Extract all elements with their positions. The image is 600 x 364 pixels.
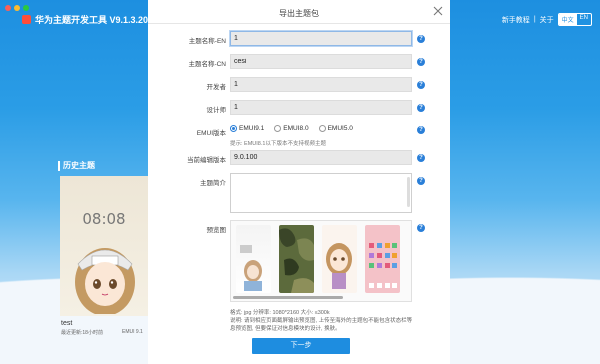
- preview-thumb-3[interactable]: [322, 225, 357, 293]
- emui-help-icon[interactable]: ?: [417, 126, 425, 134]
- format-info: 格式: jpg 分辨率: 1080*2160 大小: ≤300k 说明: 请到相…: [230, 309, 412, 333]
- nav-divider: |: [533, 16, 536, 23]
- emui-radio-group: EMUI9.1 EMUI8.0 EMUI5.0: [230, 125, 353, 132]
- emui-80-radio[interactable]: EMUI8.0: [274, 125, 309, 132]
- emui-50-label: EMUI5.0: [327, 125, 353, 132]
- close-icon[interactable]: [432, 5, 444, 17]
- app-title-text: 华为主题开发工具 V9.1.3.208: [35, 15, 154, 25]
- preview-thumb-1[interactable]: [236, 225, 271, 293]
- current-version-input[interactable]: [230, 150, 412, 165]
- current-version-label: 当前编辑版本: [187, 157, 226, 164]
- developer-help-icon[interactable]: ?: [417, 81, 425, 89]
- radio-selected-icon: [230, 125, 237, 132]
- tutorial-link[interactable]: 新手教程: [502, 15, 530, 25]
- lang-zh-option[interactable]: 中文: [558, 14, 577, 25]
- about-link[interactable]: 关于: [540, 15, 554, 25]
- camouflage-thumb-icon: [279, 228, 314, 293]
- name-cn-label: 主题名称-CN: [188, 61, 226, 68]
- history-theme-name: test: [61, 320, 73, 327]
- emui-91-label: EMUI9.1: [239, 125, 265, 132]
- preview-scrollbar[interactable]: [233, 296, 343, 299]
- name-cn-input[interactable]: [230, 54, 412, 69]
- intro-help-icon[interactable]: ?: [417, 177, 425, 185]
- preview-thumb-4[interactable]: [365, 225, 400, 293]
- emui-label: EMUI版本: [196, 130, 226, 137]
- designer-help-icon[interactable]: ?: [417, 104, 425, 112]
- card-clock: 08:08: [82, 210, 126, 228]
- developer-label: 开发者: [206, 84, 227, 91]
- lockscreen-thumb-icon: [240, 245, 262, 291]
- format-note-line: 说明: 请到相应页面截屏输出预览图, 上传至海外的主题包不能包含状态栏等: [230, 318, 413, 324]
- name-en-input[interactable]: [230, 31, 412, 46]
- app-title: 华为主题开发工具 V9.1.3.208: [22, 13, 153, 26]
- window-controls: [5, 5, 29, 11]
- designer-input[interactable]: [230, 100, 412, 115]
- homescreen-thumb-icon: [369, 243, 397, 288]
- history-theme-updated: 最近更新:18小时前: [61, 330, 103, 336]
- radio-unselected-icon: [274, 125, 282, 132]
- emui-80-label: EMUI8.0: [283, 125, 309, 132]
- minimize-window-icon[interactable]: [14, 5, 20, 11]
- developer-input[interactable]: [230, 77, 412, 92]
- current-version-help-icon[interactable]: ?: [417, 154, 425, 162]
- format-line: 格式: jpg 分辨率: 1080*2160 大小: ≤300k: [230, 310, 330, 316]
- dialog-header: 导出主题包: [148, 0, 450, 24]
- preview-help-icon[interactable]: ?: [417, 224, 425, 232]
- history-title-text: 历史主题: [63, 161, 95, 170]
- language-switch: 中文 EN: [557, 13, 592, 26]
- top-nav: 新手教程 | 关于 中文 EN: [502, 13, 592, 26]
- maximize-window-icon[interactable]: [23, 5, 29, 11]
- name-en-help-icon[interactable]: ?: [417, 35, 425, 43]
- next-step-button[interactable]: 下一步: [252, 338, 350, 354]
- intro-scrollbar[interactable]: [407, 177, 410, 207]
- format-note-line: 息预览图, 但要保证对信息模块的设计, 换肤。: [230, 326, 341, 332]
- preview-thumb-2[interactable]: [279, 225, 314, 293]
- dialog-title: 导出主题包: [279, 9, 319, 18]
- emui-50-radio[interactable]: EMUI5.0: [318, 125, 353, 132]
- emui-91-radio[interactable]: EMUI9.1: [230, 125, 264, 132]
- app-logo-icon: [22, 15, 31, 24]
- radio-unselected-icon: [318, 125, 326, 132]
- history-section-title: 历史主题: [58, 160, 95, 171]
- preview-label: 预览图: [206, 227, 227, 234]
- emui-tip: 提示: EMUI8.1以下版本不支持视频主题: [230, 141, 326, 147]
- intro-textarea[interactable]: [230, 173, 412, 213]
- lang-en-option[interactable]: EN: [577, 14, 591, 25]
- girl-thumb-icon: [326, 243, 352, 289]
- close-window-icon[interactable]: [5, 5, 11, 11]
- export-theme-dialog: 导出主题包 主题名称-EN ? 主题名称-CN ? 开发者 ? 设计师 ? EM…: [148, 0, 450, 364]
- history-theme-version: EMUI 9.1: [122, 329, 143, 335]
- theme-girl-illustration: [75, 248, 135, 314]
- section-marker: [58, 160, 60, 171]
- preview-gallery: [230, 220, 412, 302]
- designer-label: 设计师: [206, 107, 227, 114]
- intro-label: 主题简介: [200, 180, 226, 187]
- history-theme-card[interactable]: 08:08: [60, 176, 148, 316]
- name-en-label: 主题名称-EN: [188, 38, 226, 45]
- name-cn-help-icon[interactable]: ?: [417, 58, 425, 66]
